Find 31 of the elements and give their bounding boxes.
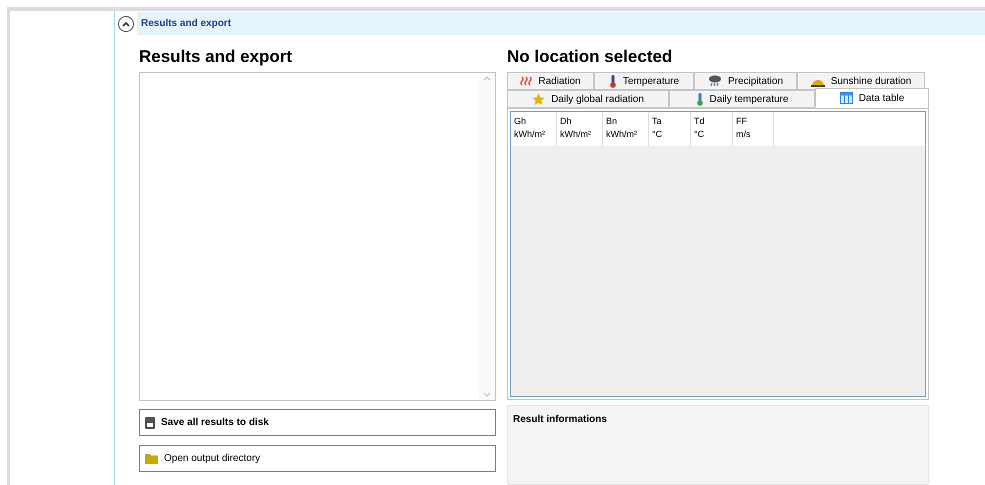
star-icon: [532, 92, 546, 106]
heat-waves-icon: [520, 75, 532, 87]
tab[interactable]: Precipitation: [694, 72, 797, 90]
tab[interactable]: Radiation: [507, 72, 594, 90]
tab[interactable]: Temperature: [594, 72, 694, 90]
open-folder-button[interactable]: Open output directory: [139, 445, 496, 472]
tab[interactable]: Daily global radiation: [507, 90, 669, 108]
save-button[interactable]: Save all results to disk: [139, 409, 496, 436]
column-header[interactable]: FF m/s: [733, 112, 774, 146]
table-icon: [840, 92, 853, 104]
folder-icon: [145, 453, 158, 464]
scroll-up-icon[interactable]: [483, 76, 491, 81]
column-header[interactable]: Dh kWh/m²: [557, 112, 603, 146]
collapse-toggle-icon[interactable]: [118, 16, 134, 32]
panel-title: No location selected: [507, 46, 674, 68]
column-header[interactable]: Gh kWh/m²: [511, 112, 557, 146]
tab[interactable]: Daily temperature: [669, 90, 815, 108]
section-header: Results and export: [137, 12, 985, 35]
thermometer-icon: [696, 92, 704, 106]
tab[interactable]: Data table: [815, 88, 929, 108]
group-title: Result informations: [513, 414, 607, 425]
scroll-down-icon[interactable]: [483, 392, 491, 397]
results-list[interactable]: [139, 72, 496, 401]
column-header[interactable]: Bn kWh/m²: [603, 112, 649, 146]
thermometer-icon: [608, 74, 617, 88]
panel-title: Results and export: [139, 46, 294, 68]
column-header[interactable]: Ta °C: [649, 112, 691, 146]
rain-cloud-icon: [708, 75, 722, 87]
tab[interactable]: Sunshine duration: [797, 72, 925, 90]
column-header[interactable]: Td °C: [691, 112, 733, 146]
scrollbar[interactable]: [479, 73, 495, 400]
